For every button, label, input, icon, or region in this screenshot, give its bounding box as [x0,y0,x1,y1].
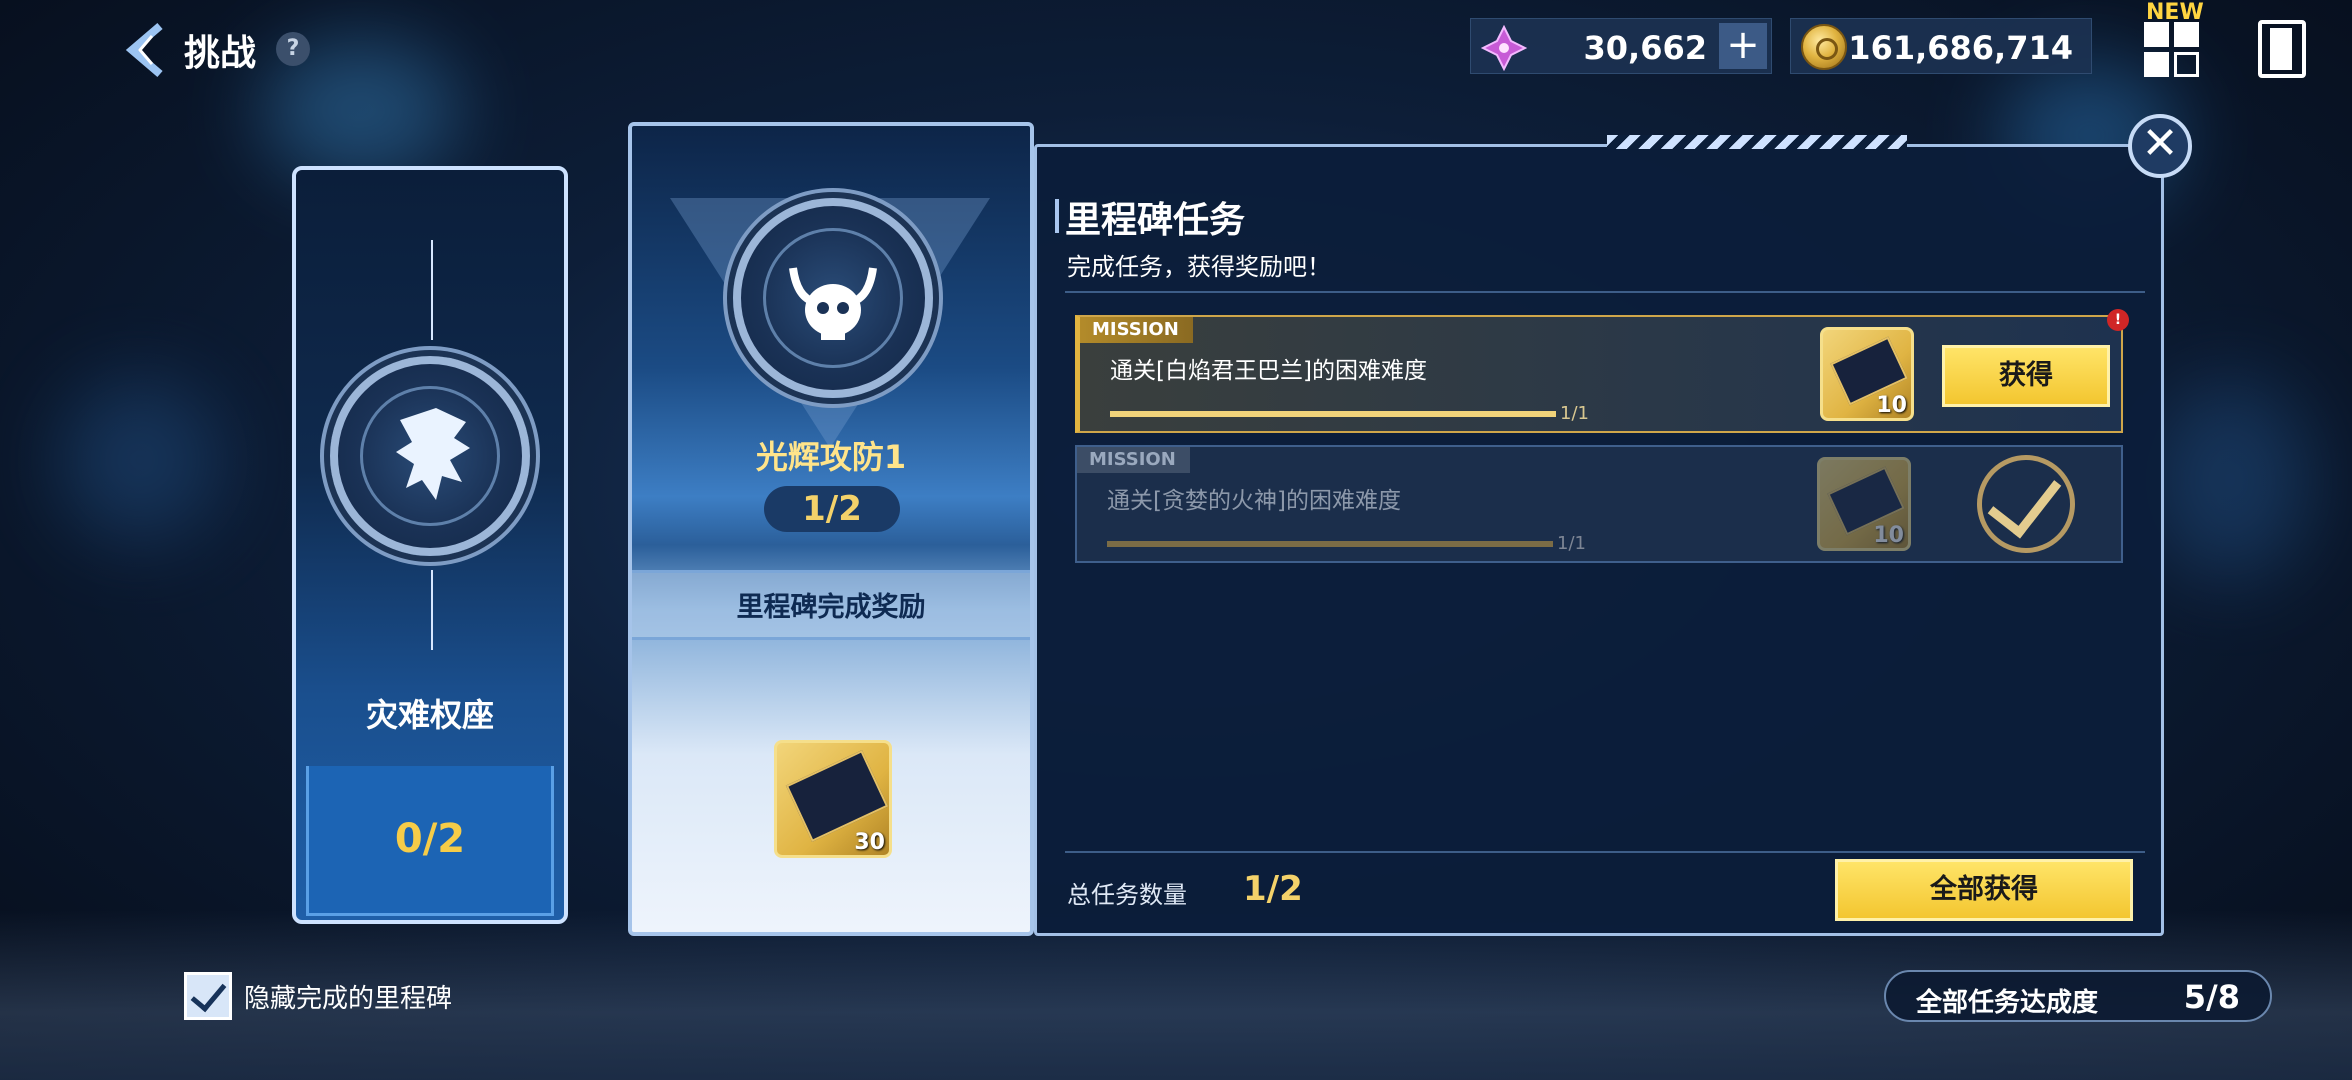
milestone-name: 光辉攻防1 [755,438,907,476]
add-gems-button[interactable]: + [1719,23,1767,69]
claim-button[interactable]: 获得 [1942,345,2110,407]
mission-progress-fill [1107,541,1553,547]
mission-text: 通关[贪婪的火神]的困难难度 [1107,488,1401,514]
gold-amount: 161,686,714 [1848,29,2073,67]
milestone-reward-label: 里程碑完成奖励 [736,592,926,623]
hide-completed-label: 隐藏完成的里程碑 [244,984,453,1014]
gem-icon [1481,25,1527,71]
mission-reward-ticket-icon[interactable]: 10 [1820,327,1914,421]
back-arrow-icon[interactable] [122,22,172,78]
milestone-count: 0/2 [394,816,466,862]
alert-badge: ! [2107,309,2129,331]
total-missions-label: 总任务数量 [1067,881,1187,909]
panel-subtitle: 完成任务，获得奖励吧！ [1067,253,1331,281]
mission-progress-fill [1110,411,1556,417]
mission-row: MISSION 通关[贪婪的火神]的困难难度 1/1 10 [1075,445,2123,563]
gem-amount: 30,662 [1583,29,1707,67]
milestone-count: 1/2 [764,486,900,532]
divider [1065,851,2145,853]
mission-row: MISSION 通关[白焰君王巴兰]的困难难度 1/1 10 获得 ! [1075,309,2129,433]
reward-quantity: 30 [854,830,885,855]
milestone-missions-panel: 里程碑任务 完成任务，获得奖励吧！ MISSION 通关[白焰君王巴兰]的困难难… [1034,135,2164,936]
mission-tag: MISSION [1077,447,1190,473]
claim-all-button[interactable]: 全部获得 [1835,859,2133,921]
help-icon[interactable]: ? [276,32,310,66]
mission-progress-bar [1110,411,1556,417]
overall-progress: 全部任务达成度 5/8 [1884,970,2272,1022]
reward-ticket-icon[interactable]: 30 [774,740,892,858]
mission-reward-ticket-icon[interactable]: 10 [1817,457,1911,551]
close-icon[interactable]: ✕ [2128,114,2192,178]
divider [431,240,433,340]
completed-check-icon [1977,455,2075,553]
milestone-reward-header: 里程碑完成奖励 [632,570,1030,640]
total-missions-count: 1/2 [1243,869,1303,909]
panel-title: 里程碑任务 [1065,200,1246,241]
milestone-card-radiant-siege[interactable]: 光辉攻防1 1/2 里程碑完成奖励 30 [628,122,1034,936]
divider [431,570,433,650]
exit-door-icon[interactable] [2258,20,2306,78]
mission-progress-text: 1/1 [1560,403,1589,424]
horned-skull-emblem-icon [733,198,933,398]
milestone-card-disaster-throne[interactable]: 灾难权座 0/2 [292,166,568,924]
overall-progress-value: 5/8 [2183,978,2240,1016]
mission-text: 通关[白焰君王巴兰]的困难难度 [1110,358,1427,384]
milestone-count-box: 0/2 [306,766,554,916]
mission-tag: MISSION [1080,317,1193,343]
menu-grid-icon[interactable] [2144,22,2200,78]
dragon-emblem-icon [330,356,530,556]
page-title: 挑战 [184,33,257,74]
panel-decoration [1607,135,1907,149]
mission-progress-text: 1/1 [1557,533,1586,554]
mission-progress-bar [1107,541,1553,547]
gold-coin-icon [1801,24,1847,70]
overall-progress-label: 全部任务达成度 [1916,988,2099,1018]
reward-quantity: 10 [1873,523,1904,548]
gold-currency: 161,686,714 [1790,18,2092,74]
milestone-name: 灾难权座 [365,696,494,734]
gem-currency: 30,662 + [1470,18,1772,74]
title-marker [1055,199,1059,233]
hide-completed-checkbox[interactable] [184,972,232,1020]
reward-quantity: 10 [1876,393,1907,418]
divider [1065,291,2145,293]
